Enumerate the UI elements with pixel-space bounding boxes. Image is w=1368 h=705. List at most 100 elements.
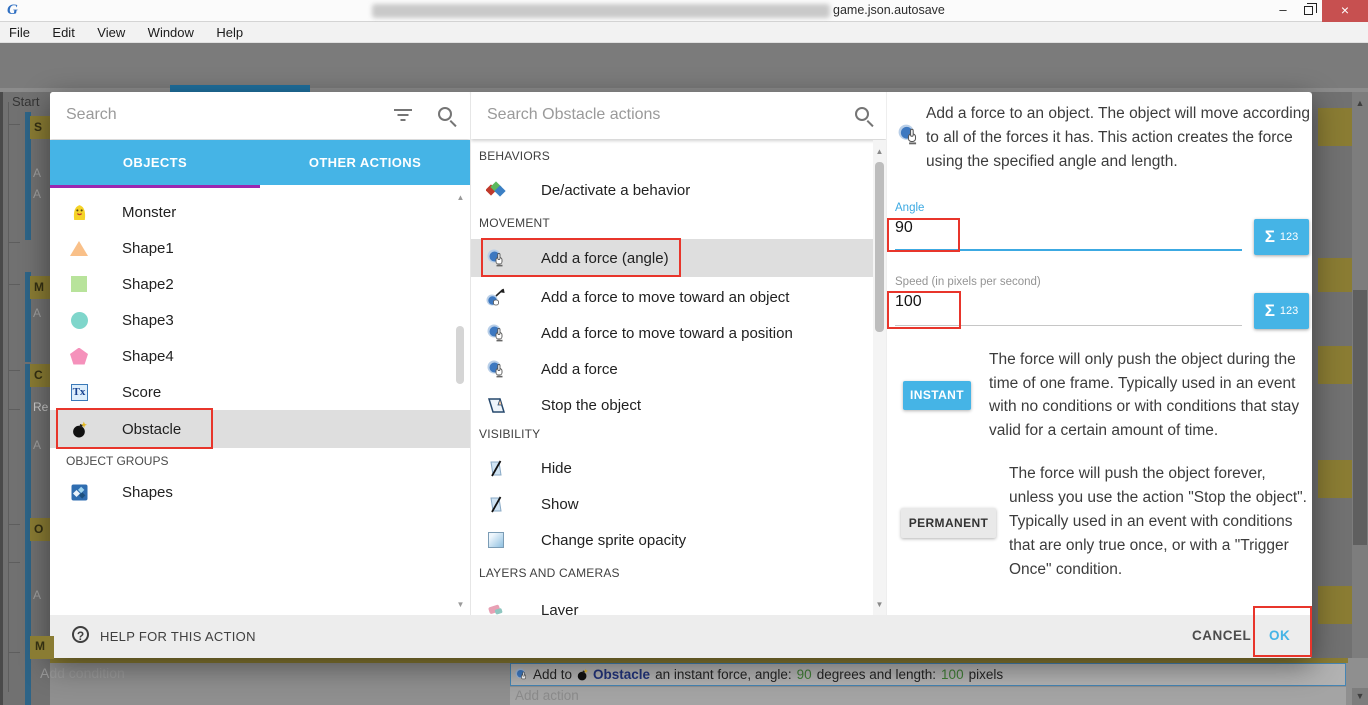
event-header-fragment: C bbox=[30, 364, 50, 387]
instruction-editor-dialog: OBJECTS OTHER ACTIONS Monster Shape1 Sha… bbox=[50, 92, 1312, 658]
menu-view[interactable]: View bbox=[88, 22, 134, 43]
pentagon-icon bbox=[69, 348, 89, 365]
event-text: an instant force, angle: bbox=[655, 667, 792, 682]
permanent-button[interactable]: PERMANENT bbox=[901, 508, 996, 538]
close-icon: × bbox=[1341, 2, 1349, 18]
redacted-title-blur bbox=[372, 4, 830, 18]
event-object-name: Obstacle bbox=[593, 667, 650, 682]
monster-icon bbox=[69, 204, 89, 221]
event-text-fragment: A bbox=[33, 166, 41, 180]
background-event-action-row: Add to Obstacle an instant force, angle:… bbox=[510, 663, 1346, 686]
scrollbar-thumb[interactable] bbox=[1353, 290, 1367, 545]
menu-help[interactable]: Help bbox=[207, 22, 252, 43]
event-angle-value: 90 bbox=[797, 667, 812, 682]
action-row[interactable]: Hide bbox=[471, 450, 873, 486]
event-header-fragment: M bbox=[30, 636, 54, 659]
event-text-fragment: A bbox=[33, 588, 41, 602]
section-visibility: VISIBILITY bbox=[479, 427, 540, 441]
action-row[interactable]: Stop the object bbox=[471, 387, 873, 423]
menu-file[interactable]: File bbox=[0, 22, 39, 43]
action-row[interactable]: Change sprite opacity bbox=[471, 522, 873, 558]
window-title: game.json.autosave bbox=[833, 3, 945, 17]
search-icon[interactable] bbox=[438, 107, 452, 121]
bomb-icon bbox=[577, 668, 588, 681]
force-icon bbox=[898, 124, 919, 150]
event-length-value: 100 bbox=[941, 667, 964, 682]
cancel-button[interactable]: CANCEL bbox=[1192, 628, 1251, 643]
event-header-fragment bbox=[1318, 460, 1352, 498]
object-row[interactable]: Shape3 bbox=[50, 302, 470, 338]
object-row[interactable]: Monster bbox=[50, 194, 470, 230]
section-behaviors: BEHAVIORS bbox=[479, 149, 550, 163]
action-parameters-panel: Add a force to an object. The object wil… bbox=[886, 92, 1312, 615]
action-row[interactable]: Add a force to move toward a position bbox=[471, 315, 873, 351]
text-object-icon: Tx bbox=[69, 384, 89, 401]
angle-expression-button[interactable]: Σ 123 bbox=[1254, 219, 1309, 255]
layer-icon bbox=[485, 603, 507, 615]
scroll-up-icon[interactable]: ▲ bbox=[454, 193, 467, 205]
behavior-icon bbox=[485, 181, 507, 199]
menu-window[interactable]: Window bbox=[139, 22, 203, 43]
scroll-up-icon[interactable]: ▲ bbox=[873, 145, 886, 159]
background-tab-indicator bbox=[170, 85, 310, 92]
object-label: Shape1 bbox=[122, 240, 174, 257]
app-window: G game.json.autosave – × File Edit View … bbox=[0, 0, 1368, 705]
object-groups-header: OBJECT GROUPS bbox=[66, 454, 168, 468]
object-row[interactable]: Shape1 bbox=[50, 230, 470, 266]
tab-objects[interactable]: OBJECTS bbox=[50, 140, 260, 185]
object-label: Monster bbox=[122, 204, 176, 221]
event-text: Add to bbox=[533, 667, 572, 682]
action-label: Stop the object bbox=[541, 397, 641, 414]
event-text-fragment: A bbox=[33, 438, 41, 452]
event-text-fragment: A bbox=[33, 306, 41, 320]
tree-tick bbox=[8, 124, 20, 125]
action-search-input[interactable] bbox=[487, 102, 827, 128]
expression-badge: 123 bbox=[1280, 305, 1298, 317]
scrollbar-thumb[interactable] bbox=[456, 326, 464, 384]
tab-other-actions[interactable]: OTHER ACTIONS bbox=[260, 140, 470, 185]
help-icon[interactable]: ? bbox=[72, 626, 89, 643]
object-label: Shape3 bbox=[122, 312, 174, 329]
speed-label: Speed (in pixels per second) bbox=[895, 276, 1041, 288]
scrollbar-thumb[interactable] bbox=[875, 162, 884, 332]
action-label: Show bbox=[541, 496, 579, 513]
scroll-down-icon[interactable]: ▼ bbox=[873, 598, 886, 612]
action-row[interactable]: Layer bbox=[471, 592, 873, 615]
event-header-fragment: M bbox=[30, 276, 50, 299]
object-row[interactable]: Shape4 bbox=[50, 338, 470, 374]
filter-icon[interactable] bbox=[394, 109, 412, 121]
search-icon[interactable] bbox=[855, 107, 869, 121]
action-row[interactable]: De/activate a behavior bbox=[471, 172, 873, 208]
section-layers: LAYERS AND CAMERAS bbox=[479, 566, 620, 580]
annotation-box-angle-value bbox=[887, 218, 960, 252]
instant-button[interactable]: INSTANT bbox=[903, 381, 971, 410]
tree-tick bbox=[8, 284, 20, 285]
toolbar-dimmed bbox=[0, 43, 1368, 88]
action-row[interactable]: Show bbox=[471, 486, 873, 522]
scroll-up-icon[interactable]: ▲ bbox=[1352, 95, 1368, 111]
object-search-input[interactable] bbox=[66, 102, 366, 128]
force-toward-object-icon bbox=[485, 288, 507, 307]
help-link[interactable]: HELP FOR THIS ACTION bbox=[100, 629, 256, 644]
action-row[interactable]: Add a force bbox=[471, 351, 873, 387]
group-row[interactable]: Shapes bbox=[50, 474, 470, 510]
section-movement: MOVEMENT bbox=[479, 216, 550, 230]
speed-expression-button[interactable]: Σ 123 bbox=[1254, 293, 1309, 329]
annotation-box-ok bbox=[1253, 606, 1312, 657]
menu-edit[interactable]: Edit bbox=[43, 22, 83, 43]
object-row[interactable]: Shape2 bbox=[50, 266, 470, 302]
object-label: Score bbox=[122, 384, 161, 401]
event-header-fragment bbox=[1318, 346, 1352, 384]
hide-icon bbox=[485, 460, 507, 477]
action-label: Change sprite opacity bbox=[541, 532, 686, 549]
restore-button[interactable] bbox=[1294, 0, 1324, 22]
action-row[interactable]: Add a force to move toward an object bbox=[471, 279, 873, 315]
close-button[interactable]: × bbox=[1322, 0, 1368, 22]
scroll-down-icon[interactable]: ▼ bbox=[454, 600, 467, 612]
object-row[interactable]: Tx Score bbox=[50, 374, 470, 410]
instant-description: The force will only push the object duri… bbox=[989, 348, 1313, 442]
annotation-box-obstacle bbox=[56, 408, 213, 449]
object-label: Shape2 bbox=[122, 276, 174, 293]
events-scrollbar: ▲ bbox=[1352, 92, 1368, 705]
sigma-icon: Σ bbox=[1265, 301, 1275, 321]
